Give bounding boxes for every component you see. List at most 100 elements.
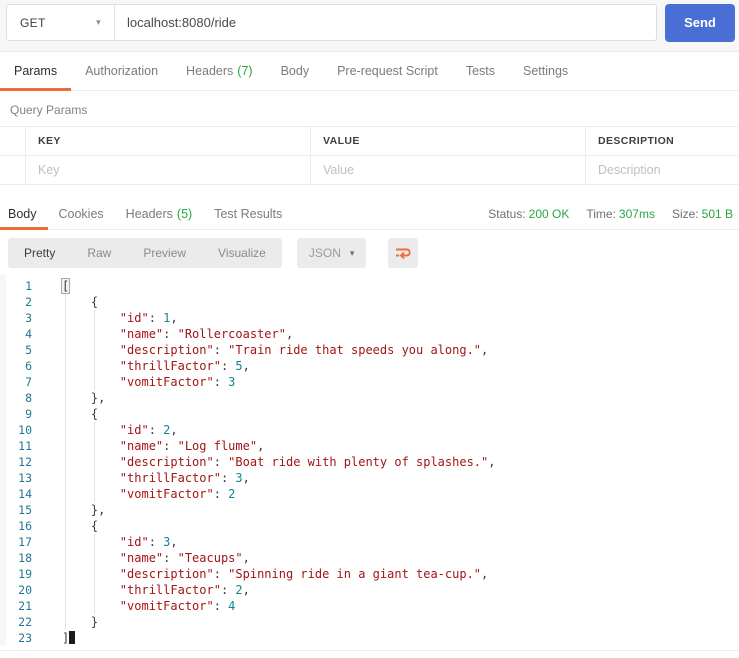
line-number: 20 (18, 583, 32, 597)
tab-label: Test Results (214, 207, 283, 221)
code-line: 12 "description": "Boat ride with plenty… (0, 454, 739, 470)
line-number: 18 (18, 551, 32, 565)
line-number: 21 (18, 599, 32, 613)
response-meta: Status: 200 OK Time: 307ms Size: 501 B (488, 199, 733, 229)
code-text: { (62, 519, 99, 533)
tab-label: Body (8, 207, 37, 221)
language-dropdown[interactable]: JSON ▾ (296, 238, 367, 268)
wrap-text-button[interactable] (388, 238, 419, 268)
line-number: 6 (25, 359, 32, 373)
row-select-cell (0, 156, 25, 184)
line-number: 7 (25, 375, 32, 389)
request-tab-body[interactable]: Body (267, 52, 324, 90)
code-line: 23] (0, 630, 739, 646)
row-select-cell (0, 127, 25, 155)
line-number: 17 (18, 535, 32, 549)
code-line: 16 { (0, 518, 739, 534)
response-meta-status: Status: 200 OK (488, 207, 569, 221)
meta-label: Time: (586, 207, 616, 221)
tab-label: Params (14, 64, 58, 78)
code-text: { (62, 295, 99, 309)
query-params-title: Query Params (10, 103, 88, 117)
tab-label: Headers (186, 64, 234, 78)
send-button[interactable]: Send (665, 3, 735, 42)
viewer-mode-preview[interactable]: Preview (127, 238, 202, 268)
code-line: 10 "id": 2, (0, 422, 739, 438)
request-tab-authorization[interactable]: Authorization (71, 52, 172, 90)
meta-value: 307ms (618, 207, 655, 221)
code-line: 21 "vomitFactor": 4 (0, 598, 739, 614)
line-number: 5 (25, 343, 32, 357)
response-tabs: Body Cookies Headers (5) Test Results (0, 199, 293, 230)
response-body-editor[interactable]: 1[2 {3 "id": 1, 4 "name": "Rollercoaster"… (0, 274, 739, 646)
viewer-mode-group: Pretty Raw Preview Visualize (8, 238, 282, 268)
chevron-down-icon: ▾ (349, 247, 355, 258)
code-line: 5 "description": "Train ride that speeds… (0, 342, 739, 358)
value-input[interactable]: Value (310, 156, 585, 184)
request-tab-pre-request-script[interactable]: Pre-request Script (323, 52, 452, 90)
tab-label: Authorization (85, 64, 159, 78)
request-tabs: Params Authorization Headers (7) Body Pre-req… (0, 52, 739, 91)
line-number: 10 (18, 423, 32, 437)
request-tab-params[interactable]: Params (0, 52, 72, 91)
column-header-description: DESCRIPTION (585, 127, 739, 155)
code-line: 9 { (0, 406, 739, 422)
tab-label: Headers (125, 207, 173, 221)
request-tab-settings[interactable]: Settings (509, 52, 582, 90)
viewer-mode-raw[interactable]: Raw (71, 238, 127, 268)
tab-count-badge: (5) (176, 207, 193, 221)
code-text: }, (62, 391, 106, 405)
response-tab-headers[interactable]: Headers (5) (115, 199, 204, 229)
response-tab-cookies[interactable]: Cookies (48, 199, 115, 229)
text-cursor (69, 631, 76, 644)
url-input[interactable]: localhost:8080/ride (115, 5, 656, 40)
code-line: 8 }, (0, 390, 739, 406)
line-number: 11 (18, 439, 32, 453)
code-text: "thrillFactor": 2, (119, 583, 250, 597)
code-text: "name": "Teacups", (119, 551, 250, 565)
key-input[interactable]: Key (25, 156, 310, 184)
response-tab-body[interactable]: Body (0, 199, 48, 230)
line-number: 22 (18, 615, 32, 629)
meta-label: Status: (488, 207, 526, 221)
code-text: }, (62, 503, 106, 517)
tab-label: Body (280, 64, 310, 78)
code-text: ] (62, 630, 76, 646)
viewer-mode-visualize[interactable]: Visualize (202, 238, 282, 268)
request-tab-headers[interactable]: Headers (7) (172, 52, 267, 90)
code-line: 1[ (0, 278, 739, 294)
code-line: 7 "vomitFactor": 3 (0, 374, 739, 390)
code-text: [ (60, 278, 71, 294)
code-line: 3 "id": 1, (0, 310, 739, 326)
line-number: 4 (25, 327, 32, 341)
tab-label: Settings (523, 64, 569, 78)
line-number: 16 (18, 519, 32, 533)
line-number: 8 (25, 391, 32, 405)
code-text: "description": "Spinning ride in a giant… (119, 567, 489, 581)
meta-label: Size: (671, 207, 699, 221)
code-text: "thrillFactor": 5, (119, 359, 250, 373)
code-text: "vomitFactor": 4 (119, 599, 236, 613)
code-text: "id": 3, (119, 535, 178, 549)
code-text: "thrillFactor": 3, (119, 471, 250, 485)
line-number: 9 (25, 407, 32, 421)
tab-label: Pre-request Script (337, 64, 438, 78)
column-header-key: KEY (25, 127, 310, 155)
description-input[interactable]: Description (585, 156, 739, 184)
response-tab-test-results[interactable]: Test Results (203, 199, 293, 229)
query-params-table: KEY VALUE DESCRIPTION Key Value Description (0, 126, 739, 185)
code-text: "description": "Boat ride with plenty of… (119, 455, 496, 469)
url-value: localhost:8080/ride (127, 15, 237, 30)
tab-label: Cookies (58, 207, 104, 221)
viewer-mode-pretty[interactable]: Pretty (8, 238, 71, 268)
code-line: 2 { (0, 294, 739, 310)
request-tab-tests[interactable]: Tests (452, 52, 509, 90)
method-dropdown[interactable]: GET ▾ (7, 5, 115, 40)
query-params-input-row: Key Value Description (0, 156, 739, 185)
code-line: 15 }, (0, 502, 739, 518)
code-line: 20 "thrillFactor": 2, (0, 582, 739, 598)
column-header-value: VALUE (310, 127, 585, 155)
method-label: GET (20, 15, 46, 30)
tab-count-badge: (7) (237, 64, 253, 78)
method-url-group: GET ▾ localhost:8080/ride (6, 4, 657, 41)
